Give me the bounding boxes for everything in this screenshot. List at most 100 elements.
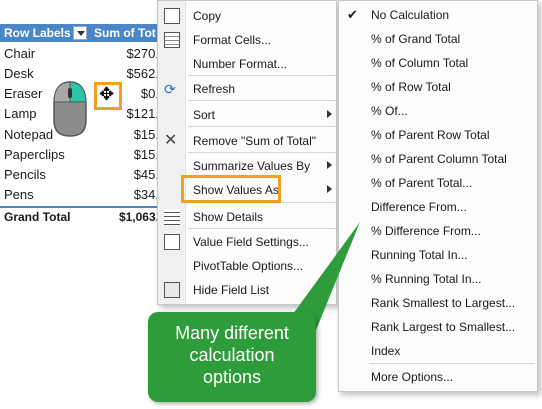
row-label: Lamp	[4, 106, 37, 121]
submenu-item-running-total-in[interactable]: Running Total In...	[339, 243, 539, 267]
menu-item-label: Number Format...	[193, 57, 288, 71]
menu-item-pivottable-options[interactable]: PivotTable Options...	[158, 254, 338, 278]
submenu-item-more-options[interactable]: More Options...	[339, 365, 539, 389]
submenu-item-pct-parent-total[interactable]: % of Parent Total...	[339, 171, 539, 195]
copy-icon	[164, 8, 180, 24]
table-row[interactable]: Chair $270.	[0, 44, 165, 64]
menu-item-label: Summarize Values By	[193, 159, 311, 173]
menu-item-label: Value Field Settings...	[193, 235, 309, 249]
submenu-item-pct-row-total[interactable]: % of Row Total	[339, 75, 539, 99]
menu-item-label: Remove "Sum of Total"	[193, 134, 317, 148]
menu-separator	[188, 75, 336, 76]
submenu-item-label: % of Parent Column Total	[371, 152, 507, 166]
submenu-item-pct-parent-column-total[interactable]: % of Parent Column Total	[339, 147, 539, 171]
submenu-item-label: % of Column Total	[371, 56, 469, 70]
refresh-icon: ⟳	[164, 81, 176, 97]
menu-item-format-cells[interactable]: Format Cells...	[158, 28, 338, 52]
menu-item-value-field-settings[interactable]: Value Field Settings...	[158, 230, 338, 254]
submenu-item-pct-grand-total[interactable]: % of Grand Total	[339, 27, 539, 51]
submenu-arrow-icon	[327, 110, 332, 118]
submenu-item-pct-column-total[interactable]: % of Column Total	[339, 51, 539, 75]
grand-total-label: Grand Total	[4, 210, 71, 224]
menu-separator	[188, 152, 336, 153]
field-list-icon	[164, 282, 180, 298]
table-row[interactable]: Pencils $45.	[0, 165, 165, 185]
row-value: $121.	[126, 106, 159, 121]
row-label: Chair	[4, 46, 36, 61]
submenu-item-label: % Running Total In...	[371, 272, 482, 286]
show-values-as-highlight	[181, 175, 281, 203]
row-labels-header[interactable]: Row Labels	[4, 26, 71, 40]
submenu-item-label: More Options...	[371, 370, 454, 384]
menu-separator	[188, 228, 336, 229]
row-value: $34.	[133, 187, 159, 202]
remove-x-icon: ✕	[164, 132, 178, 149]
grand-total-value: $1,063.	[118, 210, 159, 224]
table-row[interactable]: Pens $34.	[0, 185, 165, 205]
menu-item-label: Refresh	[193, 82, 236, 96]
menu-item-label: Copy	[193, 9, 222, 23]
grand-total-row[interactable]: Grand Total $1,063.	[0, 206, 165, 226]
submenu-item-no-calculation[interactable]: ✔ No Calculation	[339, 3, 539, 27]
submenu-item-label: No Calculation	[371, 8, 450, 22]
submenu-item-label: Difference From...	[371, 200, 467, 214]
row-value: $15.	[133, 147, 159, 162]
menu-item-number-format[interactable]: Number Format...	[158, 52, 338, 76]
submenu-item-label: Rank Largest to Smallest...	[371, 320, 516, 334]
submenu-arrow-icon	[327, 161, 332, 169]
menu-separator	[369, 363, 535, 364]
format-cells-icon	[164, 32, 180, 48]
callout-line: options	[202, 367, 262, 387]
menu-separator	[188, 126, 336, 127]
menu-item-copy[interactable]: Copy	[158, 4, 338, 28]
filter-dropdown-icon[interactable]	[73, 26, 87, 40]
show-details-icon	[164, 209, 180, 225]
row-label: Notepad	[4, 127, 54, 142]
submenu-item-pct-running-total-in[interactable]: % Running Total In...	[339, 267, 539, 291]
submenu-item-label: % of Grand Total	[371, 32, 461, 46]
submenu-item-rank-smallest-to-largest[interactable]: Rank Smallest to Largest...	[339, 291, 539, 315]
submenu-arrow-icon	[327, 185, 332, 193]
sum-of-total-header[interactable]: Sum of Tot	[94, 26, 156, 40]
menu-item-label: Sort	[193, 108, 216, 122]
menu-item-label: Hide Field List	[193, 283, 270, 297]
submenu-item-label: % of Row Total	[371, 80, 451, 94]
submenu-item-label: Running Total In...	[371, 248, 468, 262]
submenu-item-rank-largest-to-smallest[interactable]: Rank Largest to Smallest...	[339, 315, 539, 339]
menu-item-label: PivotTable Options...	[193, 259, 304, 273]
menu-item-label: Format Cells...	[193, 33, 272, 47]
row-value: $45.	[133, 167, 159, 182]
menu-item-show-details[interactable]: Show Details	[158, 205, 338, 229]
submenu-item-difference-from[interactable]: Difference From...	[339, 195, 539, 219]
submenu-item-label: % Of...	[371, 104, 408, 118]
show-values-as-submenu: ✔ No Calculation % of Grand Total % of C…	[338, 0, 538, 392]
submenu-item-label: % of Parent Total...	[371, 176, 473, 190]
context-menu: Copy Format Cells... Number Format... ⟳ …	[157, 0, 337, 305]
annotation-callout: Many different calculation options	[148, 312, 316, 402]
menu-item-hide-field-list[interactable]: Hide Field List	[158, 278, 338, 302]
checkmark-icon: ✔	[347, 7, 358, 22]
submenu-item-index[interactable]: Index	[339, 339, 539, 363]
menu-item-remove-sum[interactable]: ✕ Remove "Sum of Total"	[158, 129, 338, 153]
row-value: $562.	[126, 66, 159, 81]
menu-item-label: Show Details	[193, 210, 264, 224]
menu-item-sort[interactable]: Sort	[158, 103, 338, 127]
field-settings-icon	[164, 234, 180, 250]
cell-cursor-highlight: ✥	[94, 82, 122, 110]
row-label: Paperclips	[4, 147, 65, 162]
table-row[interactable]: Paperclips $15.	[0, 145, 165, 165]
submenu-item-pct-parent-row-total[interactable]: % of Parent Row Total	[339, 123, 539, 147]
pivot-header-row: Row Labels Sum of Tot	[0, 24, 170, 42]
callout-line: calculation	[189, 345, 275, 365]
mouse-right-click-icon	[53, 81, 87, 137]
submenu-item-label: % Difference From...	[371, 224, 481, 238]
submenu-item-label: Rank Smallest to Largest...	[371, 296, 516, 310]
row-label: Pens	[4, 187, 34, 202]
row-value: $15.	[133, 127, 159, 142]
menu-item-refresh[interactable]: ⟳ Refresh	[158, 77, 338, 101]
menu-separator	[188, 100, 336, 101]
submenu-item-label: Index	[371, 344, 401, 358]
submenu-item-pct-difference-from[interactable]: % Difference From...	[339, 219, 539, 243]
submenu-item-pct-of[interactable]: % Of...	[339, 99, 539, 123]
row-label: Desk	[4, 66, 34, 81]
